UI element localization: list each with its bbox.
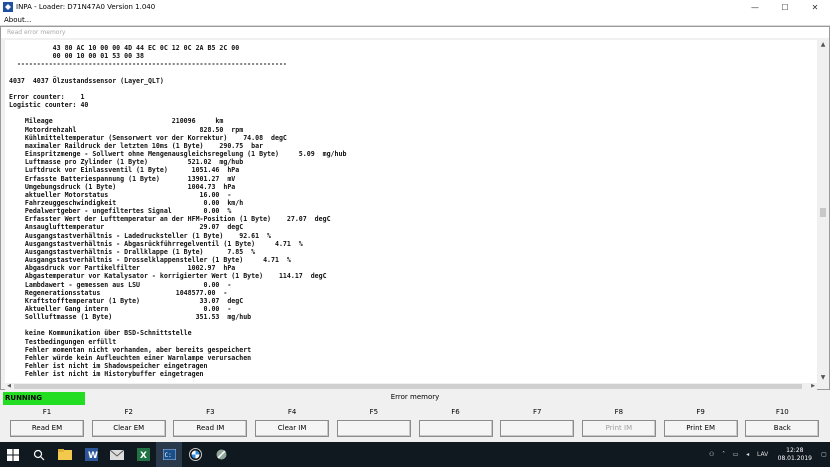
fkey-f4: F4 Clear IM (255, 406, 330, 440)
fkey-f7: F7 (500, 406, 575, 440)
fkey-number-label: F2 (124, 408, 133, 416)
clock-date: 08.01.2019 (777, 454, 812, 462)
vertical-scroll-thumb[interactable] (820, 208, 826, 217)
close-button[interactable]: ✕ (800, 0, 830, 14)
empty-button[interactable] (418, 420, 493, 437)
notifications-icon[interactable]: ▢ (818, 451, 830, 458)
fkey-number-label: F5 (369, 408, 379, 416)
horizontal-scrollbar[interactable]: ◀ ▶ (5, 383, 817, 390)
fkey-number-label: F6 (451, 408, 460, 416)
back-button[interactable]: Back (745, 420, 820, 437)
tray-chevron-up-icon[interactable]: ˄ (718, 451, 730, 458)
svg-text:X: X (140, 451, 147, 461)
empty-button[interactable] (336, 420, 411, 437)
fkey-f3: F3 Read IM (173, 406, 248, 440)
error-memory-frame: Read error memory 43 80 AC 10 00 00 4D 4… (0, 26, 830, 390)
fkey-f8: F8 Print IM (581, 406, 656, 440)
word-icon[interactable]: W (78, 442, 104, 467)
clear-im-button[interactable]: Clear IM (255, 420, 330, 437)
cmd-icon[interactable]: C: (156, 442, 182, 467)
fkey-number-label: F10 (775, 408, 789, 416)
fkey-number-label: F9 (696, 408, 705, 416)
menu-bar: About... (0, 14, 830, 26)
status-bar: Error memory RUNNING (0, 390, 830, 406)
window-title: INPA - Loader: D71N47A0 Version 1.040 (16, 3, 156, 11)
minimize-button[interactable]: — (740, 0, 770, 14)
svg-text:W: W (88, 451, 98, 461)
windows-start-icon[interactable] (0, 442, 26, 467)
network-icon[interactable]: ▭ (730, 451, 742, 458)
title-bar: INPA - Loader: D71N47A0 Version 1.040 — … (0, 0, 830, 14)
system-tray: ⚇ ˄ ▭ ◂ LAV 12:28 08.01.2019 ▢ (706, 442, 830, 467)
error-memory-text: 43 80 AC 10 00 00 4D 44 EC 0C 12 0C 2A B… (9, 44, 347, 379)
taskbar: W X C: ⚇ ˄ ▭ ◂ LAV 12:28 08.01.2019 ▢ (0, 442, 830, 467)
vertical-scrollbar[interactable]: ▲ ▼ (818, 40, 828, 383)
bmw-icon[interactable] (182, 442, 208, 467)
clock-time: 12:28 (786, 446, 804, 454)
menu-item-about[interactable]: About... (0, 16, 35, 24)
status-title: Error memory (390, 393, 440, 401)
scroll-down-icon[interactable]: ▼ (818, 373, 828, 383)
mail-icon[interactable] (104, 442, 130, 467)
people-icon[interactable]: ⚇ (706, 451, 718, 458)
fkey-number-label: F1 (42, 408, 52, 416)
scroll-up-icon[interactable]: ▲ (818, 40, 828, 50)
fkey-f2: F2 Clear EM (91, 406, 166, 440)
scroll-left-icon[interactable]: ◀ (5, 383, 13, 390)
fkey-number-label: F7 (532, 408, 542, 416)
fkey-f9: F9 Print EM (663, 406, 738, 440)
maximize-button[interactable]: ☐ (770, 0, 800, 14)
excel-icon[interactable]: X (130, 442, 156, 467)
print-em-button[interactable]: Print EM (663, 420, 738, 437)
fkey-number-label: F3 (206, 408, 215, 416)
empty-button[interactable] (500, 420, 575, 437)
fkey-number-label: F8 (614, 408, 624, 416)
fkey-number-label: F4 (287, 408, 297, 416)
read-em-button[interactable]: Read EM (10, 420, 84, 437)
fkey-f1: F1 Read EM (10, 406, 84, 440)
file-explorer-icon[interactable] (52, 442, 78, 467)
fkey-f10: F10 Back (745, 406, 820, 440)
read-im-button[interactable]: Read IM (173, 420, 248, 437)
scroll-right-icon[interactable]: ▶ (809, 383, 817, 390)
search-icon[interactable] (26, 442, 52, 467)
print-im-button[interactable]: Print IM (581, 420, 656, 437)
inpa-app-icon (3, 2, 13, 12)
function-key-bar: F1 Read EM F2 Clear EM F3 Read IM F4 Clear IM F5… (0, 406, 830, 440)
horizontal-scroll-thumb[interactable] (14, 384, 802, 389)
inner-window-title: Read error memory (1, 27, 829, 38)
language-indicator[interactable]: LAV (754, 451, 772, 458)
inpa-window: INPA - Loader: D71N47A0 Version 1.040 — … (0, 0, 830, 467)
svg-text:C:: C: (164, 452, 171, 459)
tool-icon[interactable] (208, 442, 234, 467)
volume-icon[interactable]: ◂ (742, 451, 754, 458)
running-indicator: RUNNING (3, 392, 85, 405)
clear-em-button[interactable]: Clear EM (91, 420, 166, 437)
fkey-f6: F6 (418, 406, 493, 440)
clock[interactable]: 12:28 08.01.2019 (772, 447, 818, 463)
fkey-f5: F5 (336, 406, 411, 440)
error-memory-text-area[interactable]: 43 80 AC 10 00 00 4D 44 EC 0C 12 0C 2A B… (5, 40, 817, 383)
